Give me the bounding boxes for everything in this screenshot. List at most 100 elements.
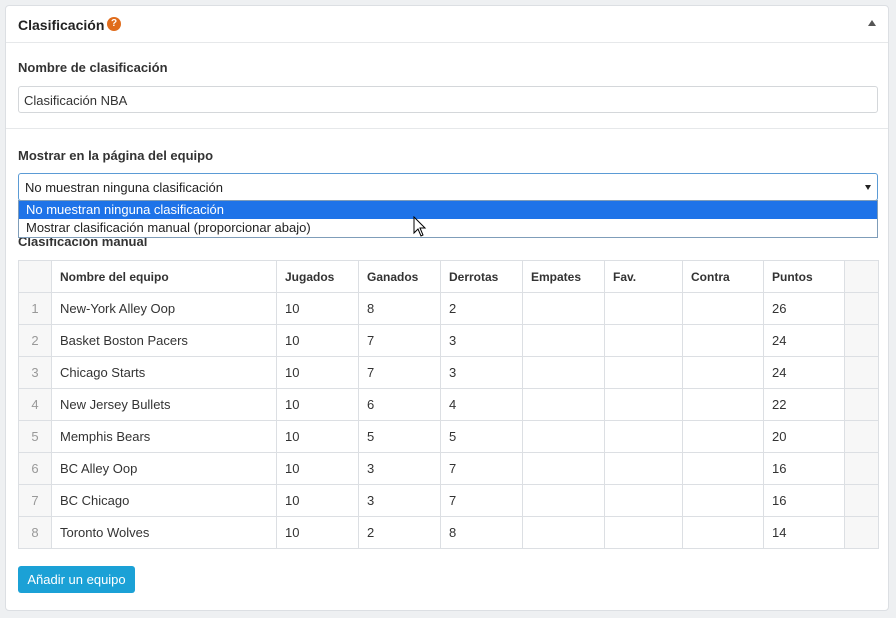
cell-lost[interactable]: 3 bbox=[440, 324, 523, 357]
cell-played[interactable]: 10 bbox=[276, 452, 359, 485]
cell-won[interactable]: 7 bbox=[358, 356, 441, 389]
cell-draws[interactable] bbox=[522, 388, 605, 421]
cell-lost[interactable]: 5 bbox=[440, 420, 523, 453]
cell-played[interactable]: 10 bbox=[276, 292, 359, 325]
cell-against[interactable] bbox=[682, 484, 764, 517]
panel-header[interactable]: Clasificación ? bbox=[6, 6, 888, 43]
cell-team[interactable]: Toronto Wolves bbox=[51, 516, 277, 549]
cell-against[interactable] bbox=[682, 388, 764, 421]
cell-won[interactable]: 7 bbox=[358, 324, 441, 357]
help-icon[interactable]: ? bbox=[107, 17, 121, 31]
cell-points[interactable]: 26 bbox=[763, 292, 845, 325]
cell-won[interactable]: 2 bbox=[358, 516, 441, 549]
cell-points[interactable]: 24 bbox=[763, 356, 845, 389]
cell-won[interactable]: 6 bbox=[358, 388, 441, 421]
cell-lost[interactable]: 7 bbox=[440, 484, 523, 517]
cell-draws[interactable] bbox=[522, 484, 605, 517]
column-header-against: Contra bbox=[682, 260, 764, 293]
cell-played[interactable]: 10 bbox=[276, 324, 359, 357]
cell-fav[interactable] bbox=[604, 292, 683, 325]
cell-won[interactable]: 3 bbox=[358, 484, 441, 517]
cell-actions bbox=[844, 388, 879, 421]
cell-team[interactable]: BC Chicago bbox=[51, 484, 277, 517]
collapse-arrow-icon[interactable] bbox=[868, 20, 876, 26]
table-header-row: Nombre del equipo Jugados Ganados Derrot… bbox=[18, 260, 879, 293]
cell-actions bbox=[844, 452, 879, 485]
table-row: 7 BC Chicago 10 3 7 16 bbox=[18, 484, 879, 517]
cell-fav[interactable] bbox=[604, 484, 683, 517]
cell-won[interactable]: 3 bbox=[358, 452, 441, 485]
cell-against[interactable] bbox=[682, 292, 764, 325]
team-page-dropdown[interactable]: No muestran ninguna clasificación Mostra… bbox=[18, 200, 878, 238]
cell-team[interactable]: New Jersey Bullets bbox=[51, 388, 277, 421]
cell-actions bbox=[844, 356, 879, 389]
cell-against[interactable] bbox=[682, 356, 764, 389]
cell-actions bbox=[844, 420, 879, 453]
dropdown-option-none[interactable]: No muestran ninguna clasificación bbox=[19, 201, 877, 219]
cell-played[interactable]: 10 bbox=[276, 484, 359, 517]
cell-team[interactable]: Memphis Bears bbox=[51, 420, 277, 453]
column-header-fav: Fav. bbox=[604, 260, 683, 293]
cell-fav[interactable] bbox=[604, 452, 683, 485]
team-page-select-value: No muestran ninguna clasificación bbox=[25, 180, 223, 195]
cell-draws[interactable] bbox=[522, 292, 605, 325]
cell-lost[interactable]: 7 bbox=[440, 452, 523, 485]
standings-panel: Clasificación ? Nombre de clasificación … bbox=[5, 5, 889, 611]
cell-played[interactable]: 10 bbox=[276, 388, 359, 421]
cell-team[interactable]: Chicago Starts bbox=[51, 356, 277, 389]
table-row: 6 BC Alley Oop 10 3 7 16 bbox=[18, 452, 879, 485]
row-number-header bbox=[18, 260, 52, 293]
cell-draws[interactable] bbox=[522, 516, 605, 549]
cell-points[interactable]: 22 bbox=[763, 388, 845, 421]
cell-draws[interactable] bbox=[522, 356, 605, 389]
row-number: 4 bbox=[18, 388, 52, 421]
cell-points[interactable]: 16 bbox=[763, 484, 845, 517]
row-number: 7 bbox=[18, 484, 52, 517]
cell-fav[interactable] bbox=[604, 420, 683, 453]
cell-team[interactable]: BC Alley Oop bbox=[51, 452, 277, 485]
column-header-lost: Derrotas bbox=[440, 260, 523, 293]
cell-lost[interactable]: 4 bbox=[440, 388, 523, 421]
table-row: 3 Chicago Starts 10 7 3 24 bbox=[18, 356, 879, 389]
standings-table: Nombre del equipo Jugados Ganados Derrot… bbox=[18, 260, 879, 549]
cell-draws[interactable] bbox=[522, 420, 605, 453]
cell-against[interactable] bbox=[682, 324, 764, 357]
cell-won[interactable]: 8 bbox=[358, 292, 441, 325]
cell-lost[interactable]: 2 bbox=[440, 292, 523, 325]
cell-draws[interactable] bbox=[522, 324, 605, 357]
cell-fav[interactable] bbox=[604, 356, 683, 389]
cell-team[interactable]: New-York Alley Oop bbox=[51, 292, 277, 325]
table-row: 4 New Jersey Bullets 10 6 4 22 bbox=[18, 388, 879, 421]
cell-against[interactable] bbox=[682, 516, 764, 549]
cell-against[interactable] bbox=[682, 420, 764, 453]
cell-points[interactable]: 16 bbox=[763, 452, 845, 485]
cell-played[interactable]: 10 bbox=[276, 356, 359, 389]
cell-fav[interactable] bbox=[604, 388, 683, 421]
cell-won[interactable]: 5 bbox=[358, 420, 441, 453]
column-header-won: Ganados bbox=[358, 260, 441, 293]
cell-points[interactable]: 14 bbox=[763, 516, 845, 549]
cell-points[interactable]: 20 bbox=[763, 420, 845, 453]
cell-played[interactable]: 10 bbox=[276, 420, 359, 453]
cell-fav[interactable] bbox=[604, 516, 683, 549]
dropdown-option-manual[interactable]: Mostrar clasificación manual (proporcion… bbox=[19, 219, 877, 237]
cell-team[interactable]: Basket Boston Pacers bbox=[51, 324, 277, 357]
table-row: 2 Basket Boston Pacers 10 7 3 24 bbox=[18, 324, 879, 357]
cell-actions bbox=[844, 516, 879, 549]
cell-draws[interactable] bbox=[522, 452, 605, 485]
cell-fav[interactable] bbox=[604, 324, 683, 357]
cell-played[interactable]: 10 bbox=[276, 516, 359, 549]
column-header-draws: Empates bbox=[522, 260, 605, 293]
add-team-button[interactable]: Añadir un equipo bbox=[18, 566, 135, 593]
column-header-team: Nombre del equipo bbox=[51, 260, 277, 293]
standings-name-label: Nombre de clasificación bbox=[18, 60, 168, 75]
team-page-select[interactable]: No muestran ninguna clasificación bbox=[18, 173, 878, 201]
row-number: 2 bbox=[18, 324, 52, 357]
standings-name-input[interactable]: Clasificación NBA bbox=[18, 86, 878, 113]
cell-against[interactable] bbox=[682, 452, 764, 485]
cell-lost[interactable]: 8 bbox=[440, 516, 523, 549]
cell-points[interactable]: 24 bbox=[763, 324, 845, 357]
row-number: 8 bbox=[18, 516, 52, 549]
panel-title: Clasificación bbox=[18, 17, 105, 33]
cell-lost[interactable]: 3 bbox=[440, 356, 523, 389]
